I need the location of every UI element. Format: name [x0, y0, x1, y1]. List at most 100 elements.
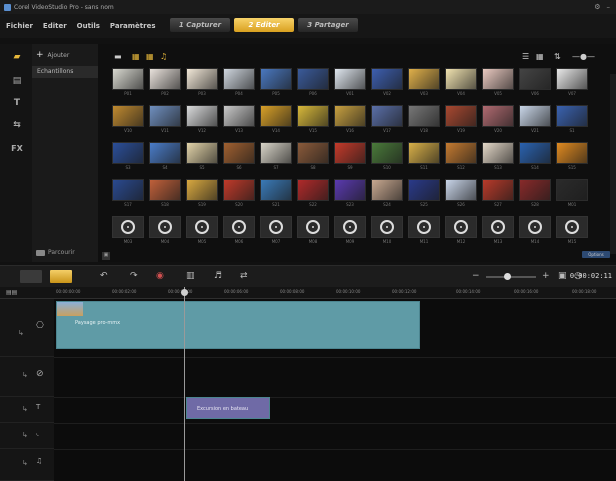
library-thumbnail[interactable]: S9: [334, 142, 366, 174]
library-thumbnail[interactable]: M13: [482, 216, 514, 248]
collapse-icon[interactable]: ▣: [102, 252, 110, 260]
minimize-icon[interactable]: –: [607, 3, 611, 11]
voice-track-icon[interactable]: ◟: [36, 429, 39, 437]
library-thumbnail[interactable]: M07: [260, 216, 292, 248]
library-thumbnail[interactable]: V19: [445, 105, 477, 137]
record-capture-icon[interactable]: ◉: [156, 271, 164, 281]
library-thumbnail[interactable]: M09: [334, 216, 366, 248]
undo-icon[interactable]: ↶: [100, 271, 108, 281]
fit-project-icon[interactable]: ▣: [558, 271, 567, 281]
thumb-view-icon[interactable]: ▦: [536, 52, 544, 62]
menu-fichier[interactable]: Fichier: [6, 22, 33, 30]
ripple-edit-icon[interactable]: ↳: [18, 329, 24, 337]
library-thumbnail[interactable]: V13: [223, 105, 255, 137]
library-thumbnail[interactable]: V06: [519, 68, 551, 100]
library-thumbnail[interactable]: M11: [408, 216, 440, 248]
library-thumbnail[interactable]: P01: [112, 68, 144, 100]
track-expand-icon[interactable]: ↳: [22, 431, 28, 439]
overlay-track-icon[interactable]: ⊘: [36, 369, 44, 379]
title-icon[interactable]: T: [10, 98, 24, 110]
menu-parametres[interactable]: Paramètres: [110, 22, 156, 30]
library-thumbnail[interactable]: S5: [186, 142, 218, 174]
library-thumbnail[interactable]: M01: [556, 179, 588, 211]
transition-icon[interactable]: ⇆: [10, 120, 24, 132]
library-thumbnail[interactable]: V10: [112, 105, 144, 137]
zoom-out-icon[interactable]: −: [472, 271, 480, 281]
library-thumbnail[interactable]: S11: [408, 142, 440, 174]
add-folder-button[interactable]: + Ajouter: [36, 50, 69, 60]
settings-icon[interactable]: ⚙: [594, 3, 600, 11]
library-thumbnail[interactable]: M14: [519, 216, 551, 248]
music-track-icon[interactable]: ♫: [36, 457, 42, 465]
library-thumbnail[interactable]: P05: [260, 68, 292, 100]
library-thumbnail[interactable]: S23: [334, 179, 366, 211]
menu-outils[interactable]: Outils: [77, 22, 100, 30]
library-thumbnail[interactable]: M04: [149, 216, 181, 248]
zoom-knob[interactable]: [504, 273, 511, 280]
open-folder-icon[interactable]: ▬: [114, 52, 122, 62]
library-thumbnail[interactable]: V16: [334, 105, 366, 137]
library-thumbnail[interactable]: P04: [223, 68, 255, 100]
title-clip[interactable]: Excursion en bateau: [186, 397, 270, 419]
library-thumbnail[interactable]: M03: [112, 216, 144, 248]
library-thumbnail[interactable]: M08: [297, 216, 329, 248]
library-thumbnail[interactable]: S13: [482, 142, 514, 174]
sound-mixer-icon[interactable]: ▥: [186, 271, 195, 281]
library-thumbnail[interactable]: V04: [445, 68, 477, 100]
library-thumbnail[interactable]: S14: [519, 142, 551, 174]
library-thumbnail[interactable]: S8: [297, 142, 329, 174]
track-expand-icon[interactable]: ↳: [22, 459, 28, 467]
library-thumbnail[interactable]: M10: [371, 216, 403, 248]
library-thumbnail[interactable]: M05: [186, 216, 218, 248]
library-thumbnail[interactable]: S12: [445, 142, 477, 174]
library-thumbnail[interactable]: S22: [297, 179, 329, 211]
sort-icon[interactable]: ⇅: [554, 52, 561, 62]
zoom-slider[interactable]: [486, 273, 536, 280]
library-thumbnail[interactable]: S28: [519, 179, 551, 211]
playhead-handle[interactable]: [181, 289, 188, 296]
tab-partager[interactable]: 3 Partager: [298, 18, 358, 32]
library-thumbnail[interactable]: S15: [556, 142, 588, 174]
library-thumbnail[interactable]: M12: [445, 216, 477, 248]
folder-item-echantillons[interactable]: Echantillons: [32, 66, 98, 78]
timeline-ruler[interactable]: ▤▤ 00:00:00:00 00:00:02:00 00:00:04:00 0…: [0, 287, 616, 299]
library-thumbnail[interactable]: V21: [519, 105, 551, 137]
library-thumbnail[interactable]: V02: [371, 68, 403, 100]
video-track-icon[interactable]: ⎔: [36, 321, 44, 331]
timecode-display[interactable]: 0:00:02:11: [570, 272, 612, 280]
library-thumbnail[interactable]: S10: [371, 142, 403, 174]
library-thumbnail[interactable]: S6: [223, 142, 255, 174]
library-thumbnail[interactable]: V03: [408, 68, 440, 100]
library-thumbnail[interactable]: S4: [149, 142, 181, 174]
zoom-in-icon[interactable]: +: [542, 271, 550, 281]
tab-editer[interactable]: 2 Editer: [234, 18, 294, 32]
library-thumbnail[interactable]: V11: [149, 105, 181, 137]
storyboard-view-button[interactable]: [20, 270, 42, 283]
library-thumbnail[interactable]: P03: [186, 68, 218, 100]
library-thumbnail[interactable]: S7: [260, 142, 292, 174]
library-thumbnail[interactable]: S20: [223, 179, 255, 211]
browse-button[interactable]: Parcourir: [36, 249, 75, 256]
track-expand-icon[interactable]: ↳: [22, 371, 28, 379]
auto-music-icon[interactable]: ♬: [214, 271, 222, 281]
library-thumbnail[interactable]: V07: [556, 68, 588, 100]
library-thumbnail[interactable]: S17: [112, 179, 144, 211]
library-thumbnail[interactable]: M06: [223, 216, 255, 248]
media-icon[interactable]: ▰: [10, 52, 24, 64]
tab-capturer[interactable]: 1 Capturer: [170, 18, 230, 32]
track-manager-icon[interactable]: ▤▤: [6, 289, 17, 296]
library-thumbnail[interactable]: S24: [371, 179, 403, 211]
video-clip[interactable]: Paysage pro-mmx: [56, 301, 420, 349]
library-thumbnail[interactable]: S27: [482, 179, 514, 211]
library-thumbnail[interactable]: P02: [149, 68, 181, 100]
thumbnail-size-slider[interactable]: —●—: [572, 52, 595, 62]
library-thumbnail[interactable]: V17: [371, 105, 403, 137]
library-thumbnail[interactable]: M15: [556, 216, 588, 248]
library-thumbnail[interactable]: S26: [445, 179, 477, 211]
show-audio-icon[interactable]: ♫: [160, 52, 167, 62]
fx-icon[interactable]: FX: [10, 144, 24, 156]
library-thumbnail[interactable]: S21: [260, 179, 292, 211]
track-expand-icon[interactable]: ↳: [22, 405, 28, 413]
library-thumbnail[interactable]: V18: [408, 105, 440, 137]
library-thumbnail[interactable]: S1: [556, 105, 588, 137]
